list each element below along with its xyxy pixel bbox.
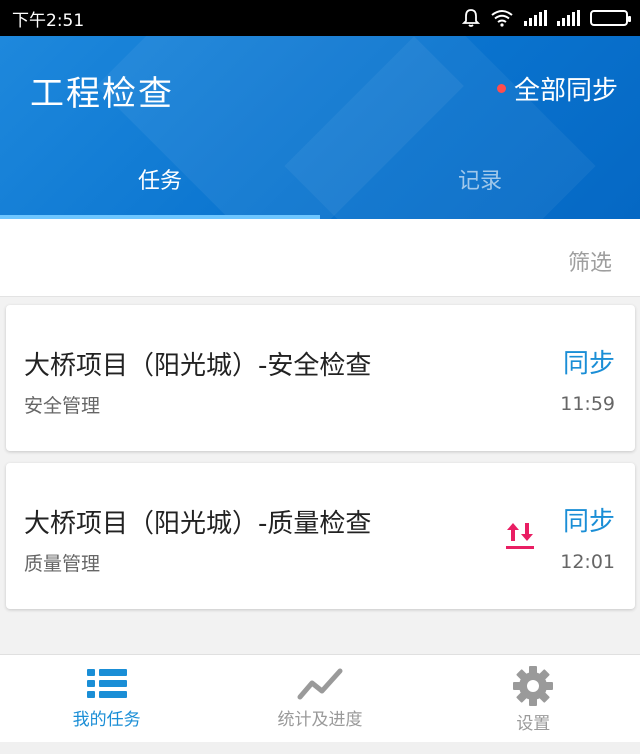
- status-icons: [462, 8, 631, 28]
- tab-records[interactable]: 记录: [320, 139, 640, 219]
- filter-button[interactable]: 筛选: [568, 245, 612, 277]
- task-sync-button[interactable]: 同步: [563, 501, 615, 538]
- task-title: 大桥项目（阳光城）-安全检查: [24, 351, 372, 381]
- transfer-icon[interactable]: [505, 519, 535, 553]
- task-category: 质量管理: [24, 553, 101, 575]
- gear-icon: [513, 666, 554, 706]
- task-time: 12:01: [560, 551, 615, 573]
- sync-all-button[interactable]: 全部同步: [496, 70, 618, 107]
- task-sync-button[interactable]: 同步: [563, 343, 615, 380]
- task-category: 安全管理: [24, 395, 101, 417]
- nav-label: 设置: [516, 714, 551, 734]
- battery-icon: [590, 10, 631, 26]
- nav-label: 统计及进度: [277, 710, 363, 730]
- tab-tasks[interactable]: 任务: [0, 139, 320, 219]
- nav-my-tasks[interactable]: 我的任务: [0, 655, 213, 742]
- nav-stats-progress[interactable]: 统计及进度: [213, 655, 426, 742]
- bell-icon: [462, 9, 480, 27]
- notification-dot: [496, 84, 506, 93]
- task-title: 大桥项目（阳光城）-质量检查: [24, 509, 372, 539]
- signal-icon-2: [557, 10, 580, 26]
- page-title: 工程检查: [30, 74, 174, 114]
- bottom-strip: [0, 742, 640, 754]
- chart-line-icon: [297, 668, 343, 700]
- wifi-icon: [491, 10, 513, 27]
- status-time: 下午2:51: [12, 10, 85, 31]
- task-card[interactable]: 大桥项目（阳光城）-质量检查 质量管理 同步 12:01: [6, 463, 635, 609]
- bottom-nav: 我的任务 统计及进度 设置: [0, 654, 640, 742]
- filter-bar: 筛选: [0, 219, 640, 297]
- status-bar: 下午2:51: [0, 0, 640, 36]
- tab-bar: 任务 记录: [0, 139, 640, 219]
- nav-settings[interactable]: 设置: [427, 655, 640, 742]
- nav-label: 我的任务: [72, 710, 141, 730]
- list-icon: [86, 669, 127, 698]
- sync-all-label: 全部同步: [513, 76, 618, 106]
- task-card[interactable]: 大桥项目（阳光城）-安全检查 安全管理 同步 11:59: [6, 305, 635, 451]
- task-time: 11:59: [560, 393, 615, 415]
- signal-icon: [524, 10, 547, 26]
- app-header: 工程检查 全部同步 任务 记录: [0, 36, 640, 219]
